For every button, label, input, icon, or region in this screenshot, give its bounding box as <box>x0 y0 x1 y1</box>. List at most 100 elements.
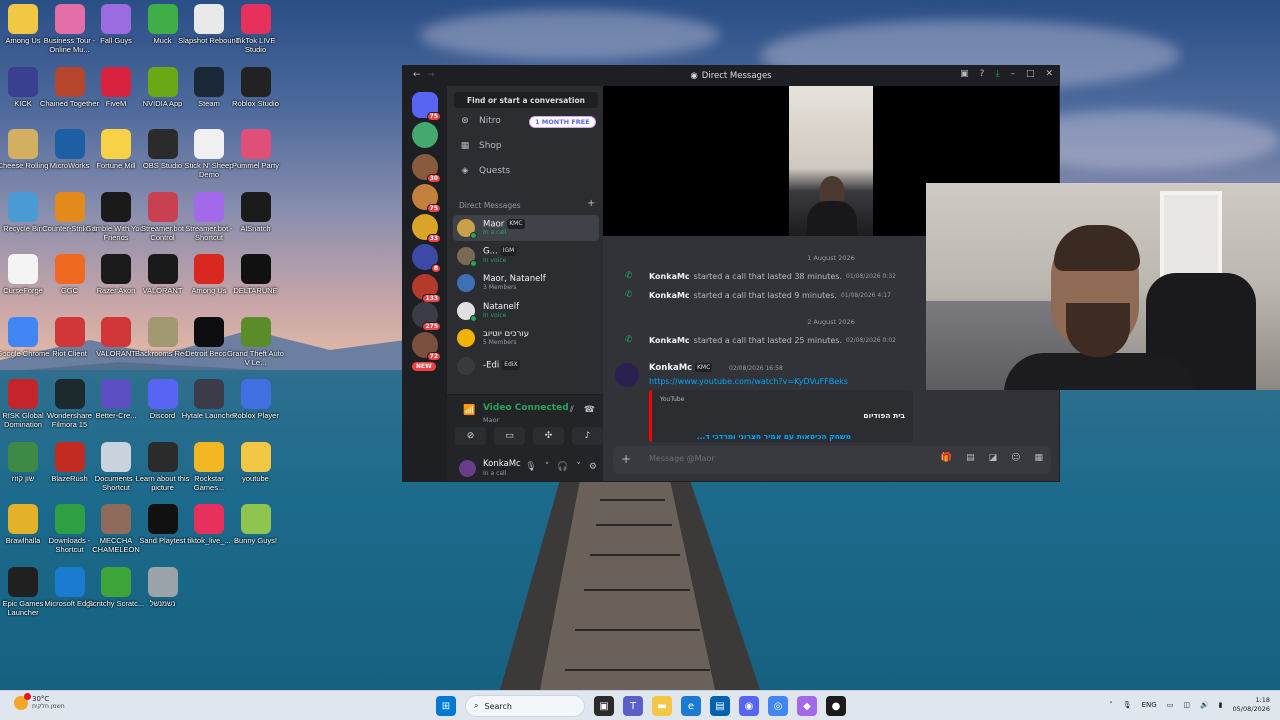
desktop-icon[interactable]: Roblox Studio <box>225 63 287 108</box>
chrome-icon[interactable]: ◎ <box>768 696 788 716</box>
server-icon[interactable]: 275 <box>412 302 441 331</box>
server-icon[interactable]: 72 <box>412 332 441 361</box>
dm-item[interactable]: Maor KMC In a call <box>453 215 599 241</box>
server-icon[interactable]: 8 <box>412 244 441 273</box>
alsnatch-icon <box>240 191 271 222</box>
teams-icon[interactable]: T <box>623 696 643 716</box>
nav-shop[interactable]: ▦ Shop <box>459 141 502 151</box>
attach-plus-icon[interactable]: + <box>621 452 631 466</box>
nav-nitro[interactable]: ⊛ Nitro <box>459 116 501 126</box>
taskbar-search[interactable]: ⌕ Search <box>465 695 585 717</box>
desktop-icon[interactable]: AlSnatch <box>225 188 287 233</box>
server-icon[interactable]: 75 <box>412 184 441 213</box>
chevron-down-icon[interactable]: ˅ <box>576 462 581 472</box>
edge-icon[interactable]: e <box>681 696 701 716</box>
avatar[interactable] <box>615 363 639 387</box>
desktop-icon[interactable]: נשמנשל <box>132 563 194 608</box>
volume-icon[interactable]: 🔊 <box>1200 701 1209 709</box>
meccha-icon <box>101 504 131 534</box>
embed-author[interactable]: בית הפודיום <box>863 411 905 420</box>
ggc-icon <box>54 254 85 284</box>
store-icon[interactable]: ▤ <box>710 696 730 716</box>
apps-icon[interactable]: ▦ <box>1034 453 1043 463</box>
dm-item[interactable]: G... IGM In voice <box>453 243 599 269</box>
embed-title-link[interactable]: משחק הכיסאות עם אמיר חצרוני ומרדכי ד... <box>697 432 851 441</box>
download-icon[interactable]: ⤓ <box>995 69 999 79</box>
desktop-icon[interactable]: Bunny Guys! <box>225 500 287 545</box>
nav-quests[interactable]: ◈ Quests <box>459 166 511 176</box>
message-link[interactable]: https://www.youtube.com/watch?v=KyDVuFFB… <box>649 377 848 386</box>
desktop-icon-label: TikTok LIVE Studio <box>235 36 276 54</box>
phone-icon: ✆ <box>625 290 633 300</box>
disconnect-icon[interactable]: ☎ <box>584 405 595 415</box>
new-badge[interactable]: NEW <box>412 362 436 371</box>
message-timestamp: 02/08/2026 16:58 <box>729 365 783 372</box>
camera-off-button[interactable]: ⊘ <box>455 427 486 445</box>
language-indicator[interactable]: ENG <box>1142 701 1157 709</box>
dm-item[interactable]: -Edi EdiX <box>453 353 599 379</box>
dm-item[interactable]: עורכים יוטיוב 5 Members <box>453 325 599 351</box>
emoji-icon[interactable]: ☺ <box>1011 453 1020 463</box>
create-dm-plus-icon[interactable]: + <box>587 198 595 209</box>
sticker-icon[interactable]: ◪ <box>989 453 998 463</box>
soundboard-button[interactable]: ♪ <box>572 427 603 445</box>
video-tile[interactable] <box>789 86 873 236</box>
server-icon[interactable]: 30 <box>412 154 441 183</box>
message-input[interactable]: Message @Maor <box>649 454 715 463</box>
minimize-button[interactable]: – <box>1010 69 1015 79</box>
task-view-icon[interactable]: ▣ <box>594 696 614 716</box>
desktop-icon[interactable]: Grand Theft Auto V Le... <box>225 313 287 367</box>
gear-icon[interactable]: ⚙ <box>589 462 597 472</box>
dm-home-button[interactable]: 75 <box>412 92 441 121</box>
server-icon[interactable]: 33 <box>412 214 441 243</box>
gift-icon[interactable]: 🎁 <box>941 453 952 463</box>
desktop-icon[interactable]: Pummel Party <box>225 125 287 170</box>
maximize-button[interactable]: □ <box>1026 69 1035 79</box>
dm-item[interactable]: Natanelf In voice <box>453 298 599 324</box>
voice-channel-name[interactable]: Maor <box>483 416 499 424</box>
server-icon[interactable] <box>412 122 438 148</box>
activities-button[interactable]: ✣ <box>533 427 564 445</box>
message-composer[interactable]: + Message @Maor 🎁 ▤ ◪ ☺ ▦ <box>613 446 1051 474</box>
windows-start-icon[interactable]: ⊞ <box>436 696 456 716</box>
streamerbot-taskbar-icon[interactable]: ◆ <box>797 696 817 716</box>
avatar[interactable] <box>459 460 476 477</box>
close-button[interactable]: ✕ <box>1045 69 1053 79</box>
headphones-icon[interactable]: 🎧 <box>557 462 568 472</box>
network-icon[interactable]: ◫ <box>1183 701 1190 709</box>
username[interactable]: KonkaMc <box>483 459 521 469</box>
desktop-icon[interactable]: TikTok LIVE Studio <box>225 0 287 54</box>
screen-share-button[interactable]: ▭ <box>494 427 525 445</box>
discord-taskbar-icon[interactable]: ◉ <box>739 696 759 716</box>
forward-arrow-icon[interactable]: → <box>427 70 435 80</box>
server-icon[interactable]: 133 <box>412 274 441 303</box>
chevron-down-icon[interactable]: ˅ <box>545 462 550 472</box>
hebrew-file-icon <box>147 566 178 597</box>
dm-item[interactable]: Maor, Natanelf 3 Members <box>453 270 599 296</box>
inbox-icon[interactable]: ▣ <box>960 69 969 79</box>
call-author[interactable]: KonkaMc <box>649 336 690 345</box>
gif-icon[interactable]: ▤ <box>966 453 975 463</box>
battery-icon[interactable]: ▮ <box>1219 701 1223 709</box>
message-author[interactable]: KonkaMc <box>649 363 692 373</box>
find-conversation-button[interactable]: Find or start a conversation <box>454 92 598 108</box>
desktop-icon[interactable]: youtube <box>225 438 287 483</box>
file-explorer-icon[interactable]: ▬ <box>652 696 672 716</box>
desktop-icon[interactable]: Roblox Player <box>225 375 287 420</box>
desktop-icon[interactable]: DELTARUNE <box>225 250 287 295</box>
voice-connected-label[interactable]: Video Connected <box>483 403 569 413</box>
call-author[interactable]: KonkaMc <box>649 272 690 281</box>
help-icon[interactable]: ? <box>980 69 985 79</box>
noise-suppression-icon[interactable]: ⫽ <box>570 405 574 415</box>
call-author[interactable]: KonkaMc <box>649 291 690 300</box>
weather-widget[interactable]: 30°C חשמן חלקית <box>14 693 65 711</box>
microphone-tray-icon[interactable]: 🎙 <box>1123 701 1132 709</box>
chevron-up-icon[interactable]: ˄ <box>1109 701 1113 709</box>
microphone-icon[interactable]: 🎙 <box>525 462 536 472</box>
clock[interactable]: 1:18 05/08/2026 <box>1233 696 1270 714</box>
back-arrow-icon[interactable]: ← <box>413 70 421 80</box>
display-icon[interactable]: ▭ <box>1167 701 1174 709</box>
embed-provider[interactable]: YouTube <box>660 396 684 403</box>
obs-taskbar-icon[interactable]: ● <box>826 696 846 716</box>
alert-dot-icon <box>24 693 31 700</box>
